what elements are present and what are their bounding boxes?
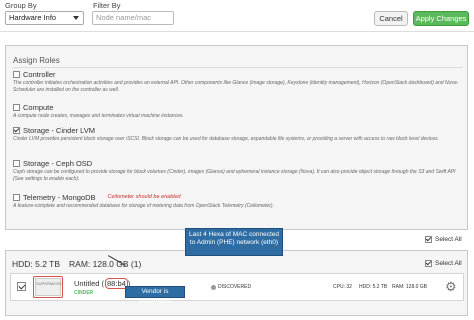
toolbar-divider (0, 31, 474, 32)
filter-by-label: Filter By (93, 1, 121, 10)
role-cinder-lvm-description: Cinder LVM provides persistent block sto… (13, 136, 440, 142)
role-controller-name: Controller (23, 69, 56, 79)
cancel-button[interactable]: Cancel (374, 11, 408, 26)
apply-changes-button[interactable]: Apply Changes (413, 11, 469, 26)
node-ram: RAM: 128.0 GB (392, 284, 428, 290)
node-row[interactable]: SUPERMICRO Untitled (88:b4) CINDER DISCO… (10, 273, 464, 301)
node-group-panel: HDD: 5.2 TB RAM: 128.0 GB (1) Select All… (5, 250, 468, 316)
role-telemetry-name: Telemetry - MongoDB (23, 192, 96, 202)
role-cinder-lvm-name: Storage - Cinder LVM (23, 125, 95, 135)
node-hdd: HDD: 5.2 TB (359, 284, 388, 290)
node-filter-input[interactable]: Node name/mac (92, 11, 174, 25)
role-compute-name: Compute (23, 102, 54, 112)
select-all-global-label: Select All (435, 236, 462, 243)
select-all-group-label: Select All (435, 260, 462, 267)
assign-roles-title: Assign Roles (13, 56, 60, 65)
group-by-select[interactable]: Hardware Info (5, 11, 84, 25)
node-role: CINDER (74, 290, 94, 296)
chevron-down-icon (73, 16, 79, 20)
role-cinder-lvm-checkbox[interactable] (13, 126, 20, 134)
group-by-value: Hardware Info (9, 13, 57, 22)
role-cinder-lvm[interactable]: Storage - Cinder LVM Cinder LVM provides… (13, 125, 463, 143)
node-status-text: DISCOVERED (218, 284, 252, 290)
role-ceph-osd[interactable]: Storage - Ceph OSD Ceph storage can be c… (13, 158, 463, 183)
role-controller-checkbox[interactable] (13, 70, 20, 78)
role-telemetry[interactable]: Telemetry - MongoDB Ceilometer should be… (13, 192, 463, 210)
role-ceph-osd-description: Ceph storage can be configured to provid… (13, 169, 456, 182)
role-controller-description: The controller initiates orchestration a… (13, 80, 459, 93)
role-telemetry-warning: Ceilometer should be enabled (107, 194, 181, 200)
gear-icon[interactable]: ⚙ (445, 279, 457, 295)
role-ceph-osd-checkbox[interactable] (13, 159, 20, 167)
vendor-logo-highlight (33, 276, 63, 298)
node-name-prefix: Untitled ( (74, 279, 105, 288)
node-checkbox[interactable] (17, 282, 26, 291)
select-all-group[interactable]: Select All (425, 260, 462, 267)
status-dot-icon (211, 284, 216, 290)
assign-roles-panel: Assign Roles Controller The controller i… (5, 45, 468, 230)
select-all-group-checkbox[interactable] (425, 260, 432, 267)
group-ram: RAM: 128.0 GB (1) (69, 259, 142, 269)
node-status: DISCOVERED (211, 284, 251, 290)
select-all-global-checkbox[interactable] (425, 236, 432, 243)
group-hdd: HDD: 5.2 TB (12, 259, 61, 269)
role-compute-checkbox[interactable] (13, 103, 20, 111)
roles-divider (13, 67, 463, 68)
node-cpu: CPU: 32 (333, 284, 352, 290)
role-telemetry-checkbox[interactable] (13, 193, 20, 201)
role-compute[interactable]: Compute A compute node creates, manages … (13, 102, 463, 120)
select-all-global[interactable]: Select All (425, 236, 462, 243)
role-compute-description: A compute node creates, manages and term… (13, 113, 184, 119)
role-ceph-osd-name: Storage - Ceph OSD (23, 158, 93, 168)
role-telemetry-description: A feature-complete and recommended datab… (13, 203, 274, 209)
mac-callout: Last 4 Hexa of MAC connected to Admin (P… (185, 228, 283, 256)
node-name[interactable]: Untitled (88:b4) (74, 278, 130, 289)
vendor-callout: Vendor is Supermicro (125, 286, 185, 305)
role-controller[interactable]: Controller The controller initiates orch… (13, 69, 463, 94)
group-by-label: Group By (5, 1, 37, 10)
